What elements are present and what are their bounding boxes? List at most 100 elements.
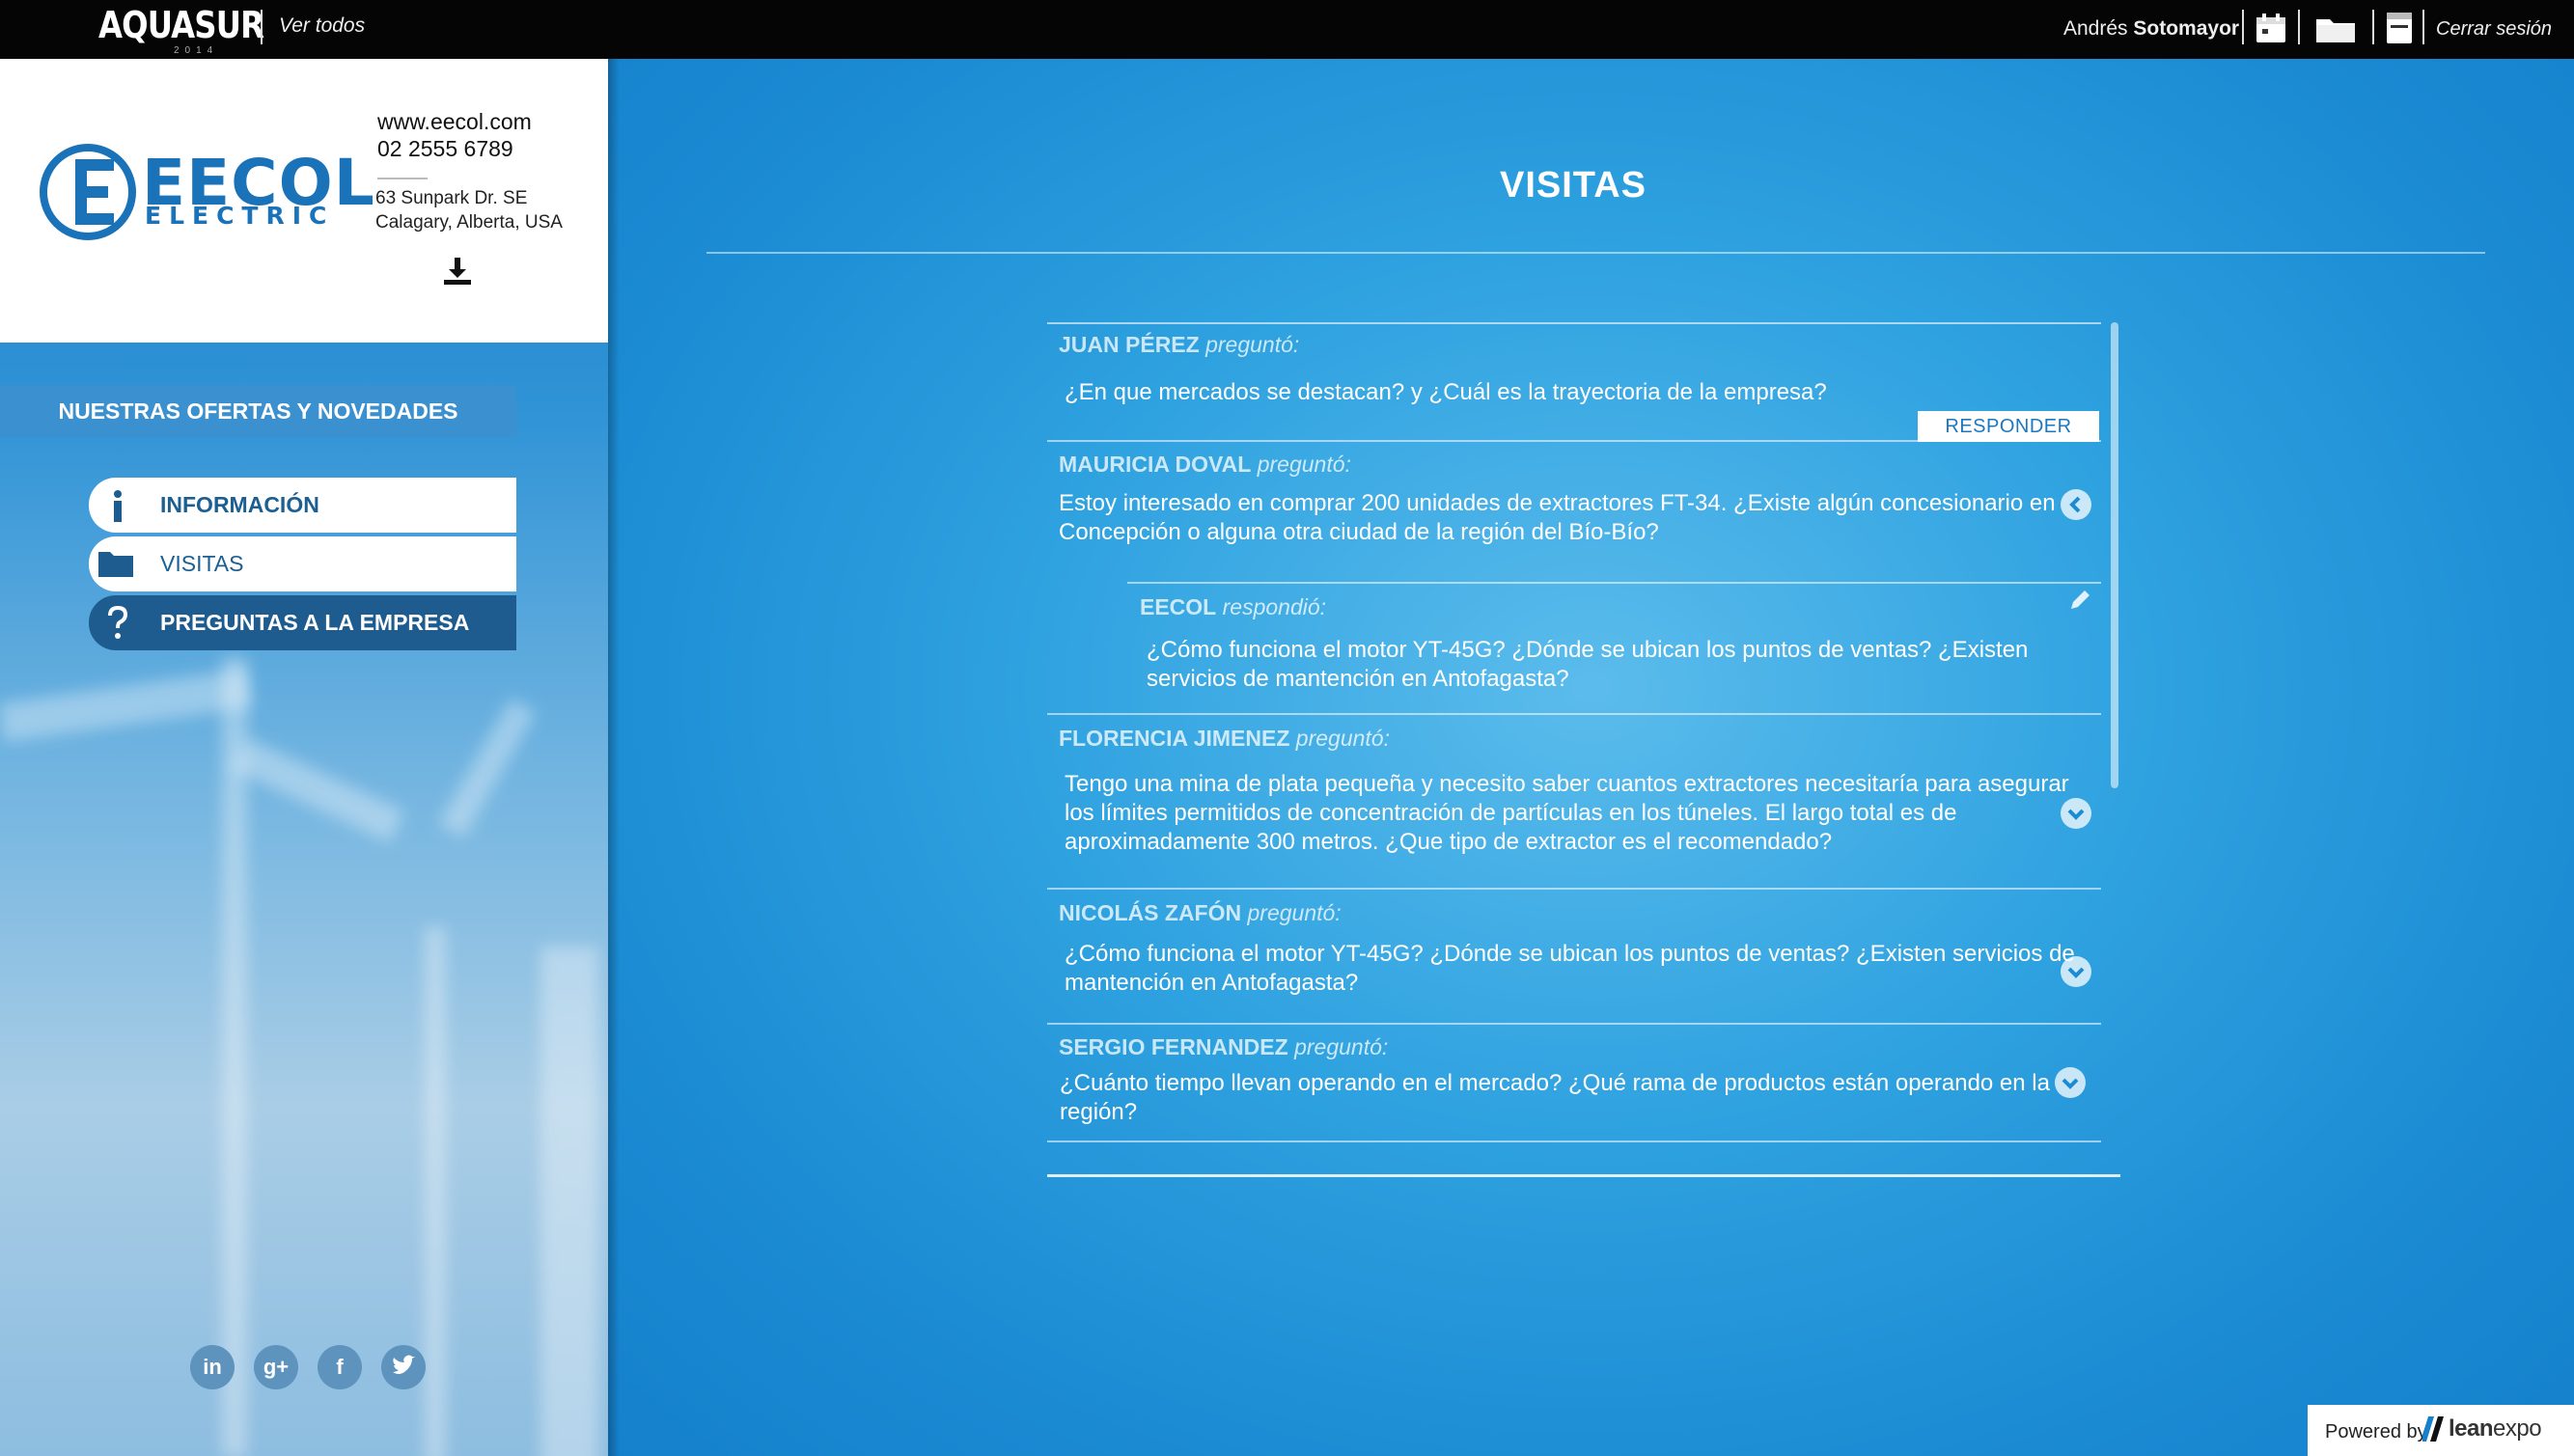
question-text: ¿En que mercados se destacan? y ¿Cuál es… [1065,379,1827,405]
divider [2372,10,2374,44]
calendar-icon[interactable] [2255,12,2287,49]
question-text: Estoy interesado en comprar 200 unidades… [1059,489,2056,547]
answer-author: EECOL respondió: [1140,594,1326,620]
facebook-icon[interactable]: f [318,1345,362,1389]
top-bar: AQUASUR 2014 Ver todos Andrés Sotomayor … [0,0,2574,59]
menu-item-label: VISITAS [160,551,244,576]
card-icon[interactable] [2386,12,2413,49]
menu-item-label: INFORMACIÓN [160,492,319,517]
offers-button[interactable]: NUESTRAS OFERTAS Y NOVEDADES [0,385,516,437]
menu-item-informacion[interactable]: INFORMACIÓN [89,478,516,533]
asked-label: preguntó: [1257,452,1351,477]
menu-item-preguntas[interactable]: PREGUNTAS A LA EMPRESA [89,595,516,650]
divider [1047,1023,2101,1025]
download-icon[interactable] [442,256,473,291]
company-address-line2: Calagary, Alberta, USA [375,212,563,233]
wind-turbine-decoration [438,698,537,838]
main-content: VISITAS JUAN PÉREZ preguntó: ¿En que mer… [608,59,2574,1456]
asked-label: preguntó: [1247,900,1342,925]
answer-text-line: servicios de mantención en Antofagasta? [1147,666,1569,692]
asked-label: preguntó: [1205,332,1300,357]
powered-by-badge[interactable]: Powered by leanexpo [2308,1405,2574,1456]
asked-label: preguntó: [1294,1034,1389,1059]
divider [1047,322,2101,324]
chevron-down-icon[interactable] [2061,956,2091,987]
ver-todos-link[interactable]: Ver todos [279,14,365,38]
folder-icon [97,548,135,587]
company-phone: 02 2555 6789 [377,136,513,161]
question-author: NICOLÁS ZAFÓN preguntó: [1059,900,1342,926]
chevron-left-icon[interactable] [2061,489,2091,520]
question-icon [98,604,137,643]
linkedin-icon[interactable]: in [190,1345,235,1389]
asked-label: preguntó: [1295,726,1390,751]
aquasur-logo[interactable]: AQUASUR [98,4,264,46]
divider [2422,10,2424,44]
divider [706,252,2485,254]
question-author: SERGIO FERNANDEZ preguntó: [1059,1034,1388,1060]
question-author: MAURICIA DOVAL preguntó: [1059,452,1351,478]
powered-by-label: Powered by [2325,1421,2427,1442]
divider [2298,10,2300,44]
divider [377,178,428,179]
wind-turbine-decoration [222,657,247,1456]
divider [2242,10,2244,44]
company-sidebar: EECOL ELECTRIC www.eecol.com 02 2555 678… [0,59,608,1456]
author-name: EECOL [1140,594,1217,619]
leanexpo-logo-icon [2421,1415,2448,1448]
questions-scrollbar[interactable] [2111,322,2118,788]
company-website[interactable]: www.eecol.com [377,109,532,135]
author-name: NICOLÁS ZAFÓN [1059,900,1242,925]
respond-button[interactable]: RESPONDER [1918,411,2099,442]
divider [1047,1140,2101,1142]
wind-turbine-decoration [232,737,405,843]
chevron-down-icon[interactable] [2061,798,2091,829]
wind-turbine-decoration [0,669,253,742]
eecol-logo-sub: ELECTRIC [145,202,335,230]
wind-turbine-decoration [425,927,446,1456]
twitter-icon[interactable] [381,1345,426,1389]
divider [1047,440,2101,442]
question-text-line: mantención en Antofagasta? [1065,970,1359,996]
question-text-line: región? [1060,1099,1138,1125]
user-last-name: Sotomayor [2133,17,2240,40]
user-name: Andrés Sotomayor [2063,17,2239,41]
question-author: JUAN PÉREZ preguntó: [1059,332,1299,358]
author-name: JUAN PÉREZ [1059,332,1200,357]
page-title: VISITAS [1500,165,1647,206]
aquasur-logo-year: 2014 [174,45,219,56]
company-card: EECOL ELECTRIC www.eecol.com 02 2555 678… [0,59,608,343]
divider [1047,713,2101,715]
leanexpo-logo-part: expo [2493,1415,2542,1442]
folder-icon[interactable] [2314,14,2357,49]
chevron-down-icon[interactable] [2055,1067,2086,1098]
question-text: ¿Cómo funciona el motor YT-45G? ¿Dónde s… [1065,940,2075,998]
company-address-line1: 63 Sunpark Dr. SE [375,188,528,208]
author-name: SERGIO FERNANDEZ [1059,1034,1288,1059]
question-text: ¿Cuánto tiempo llevan operando en el mer… [1060,1069,2050,1127]
author-name: MAURICIA DOVAL [1059,452,1252,477]
question-text: Tengo una mina de plata pequeña y necesi… [1065,770,2069,857]
question-text-line: los límites permitidos de concentración … [1065,800,1957,826]
menu-item-label: PREGUNTAS A LA EMPRESA [160,610,470,635]
leanexpo-logo-part: lean [2449,1415,2494,1442]
answered-label: respondió: [1222,594,1327,619]
question-text-line: Concepción o alguna otra ciudad de la re… [1059,519,1659,545]
author-name: FLORENCIA JIMENEZ [1059,726,1290,751]
answer-text-line: ¿Cómo funciona el motor YT-45G? ¿Dónde s… [1147,637,2029,663]
divider [1047,1174,2120,1177]
question-text-line: ¿Cómo funciona el motor YT-45G? ¿Dónde s… [1065,941,2075,967]
divider [1127,582,2101,584]
pencil-icon[interactable] [2067,588,2092,618]
question-text-line: Estoy interesado en comprar 200 unidades… [1059,490,2056,516]
eecol-logo-mark [66,153,124,243]
google-plus-icon[interactable]: g+ [254,1345,298,1389]
user-first-name: Andrés [2063,17,2128,40]
menu-item-visitas[interactable]: VISITAS [89,536,516,591]
question-text-line: ¿Cuánto tiempo llevan operando en el mer… [1060,1070,2050,1096]
wind-turbine-decoration [540,947,598,1456]
divider [261,10,263,44]
question-text-line: Tengo una mina de plata pequeña y necesi… [1065,771,2069,797]
logout-link[interactable]: Cerrar sesión [2436,18,2552,41]
info-icon [98,486,137,525]
